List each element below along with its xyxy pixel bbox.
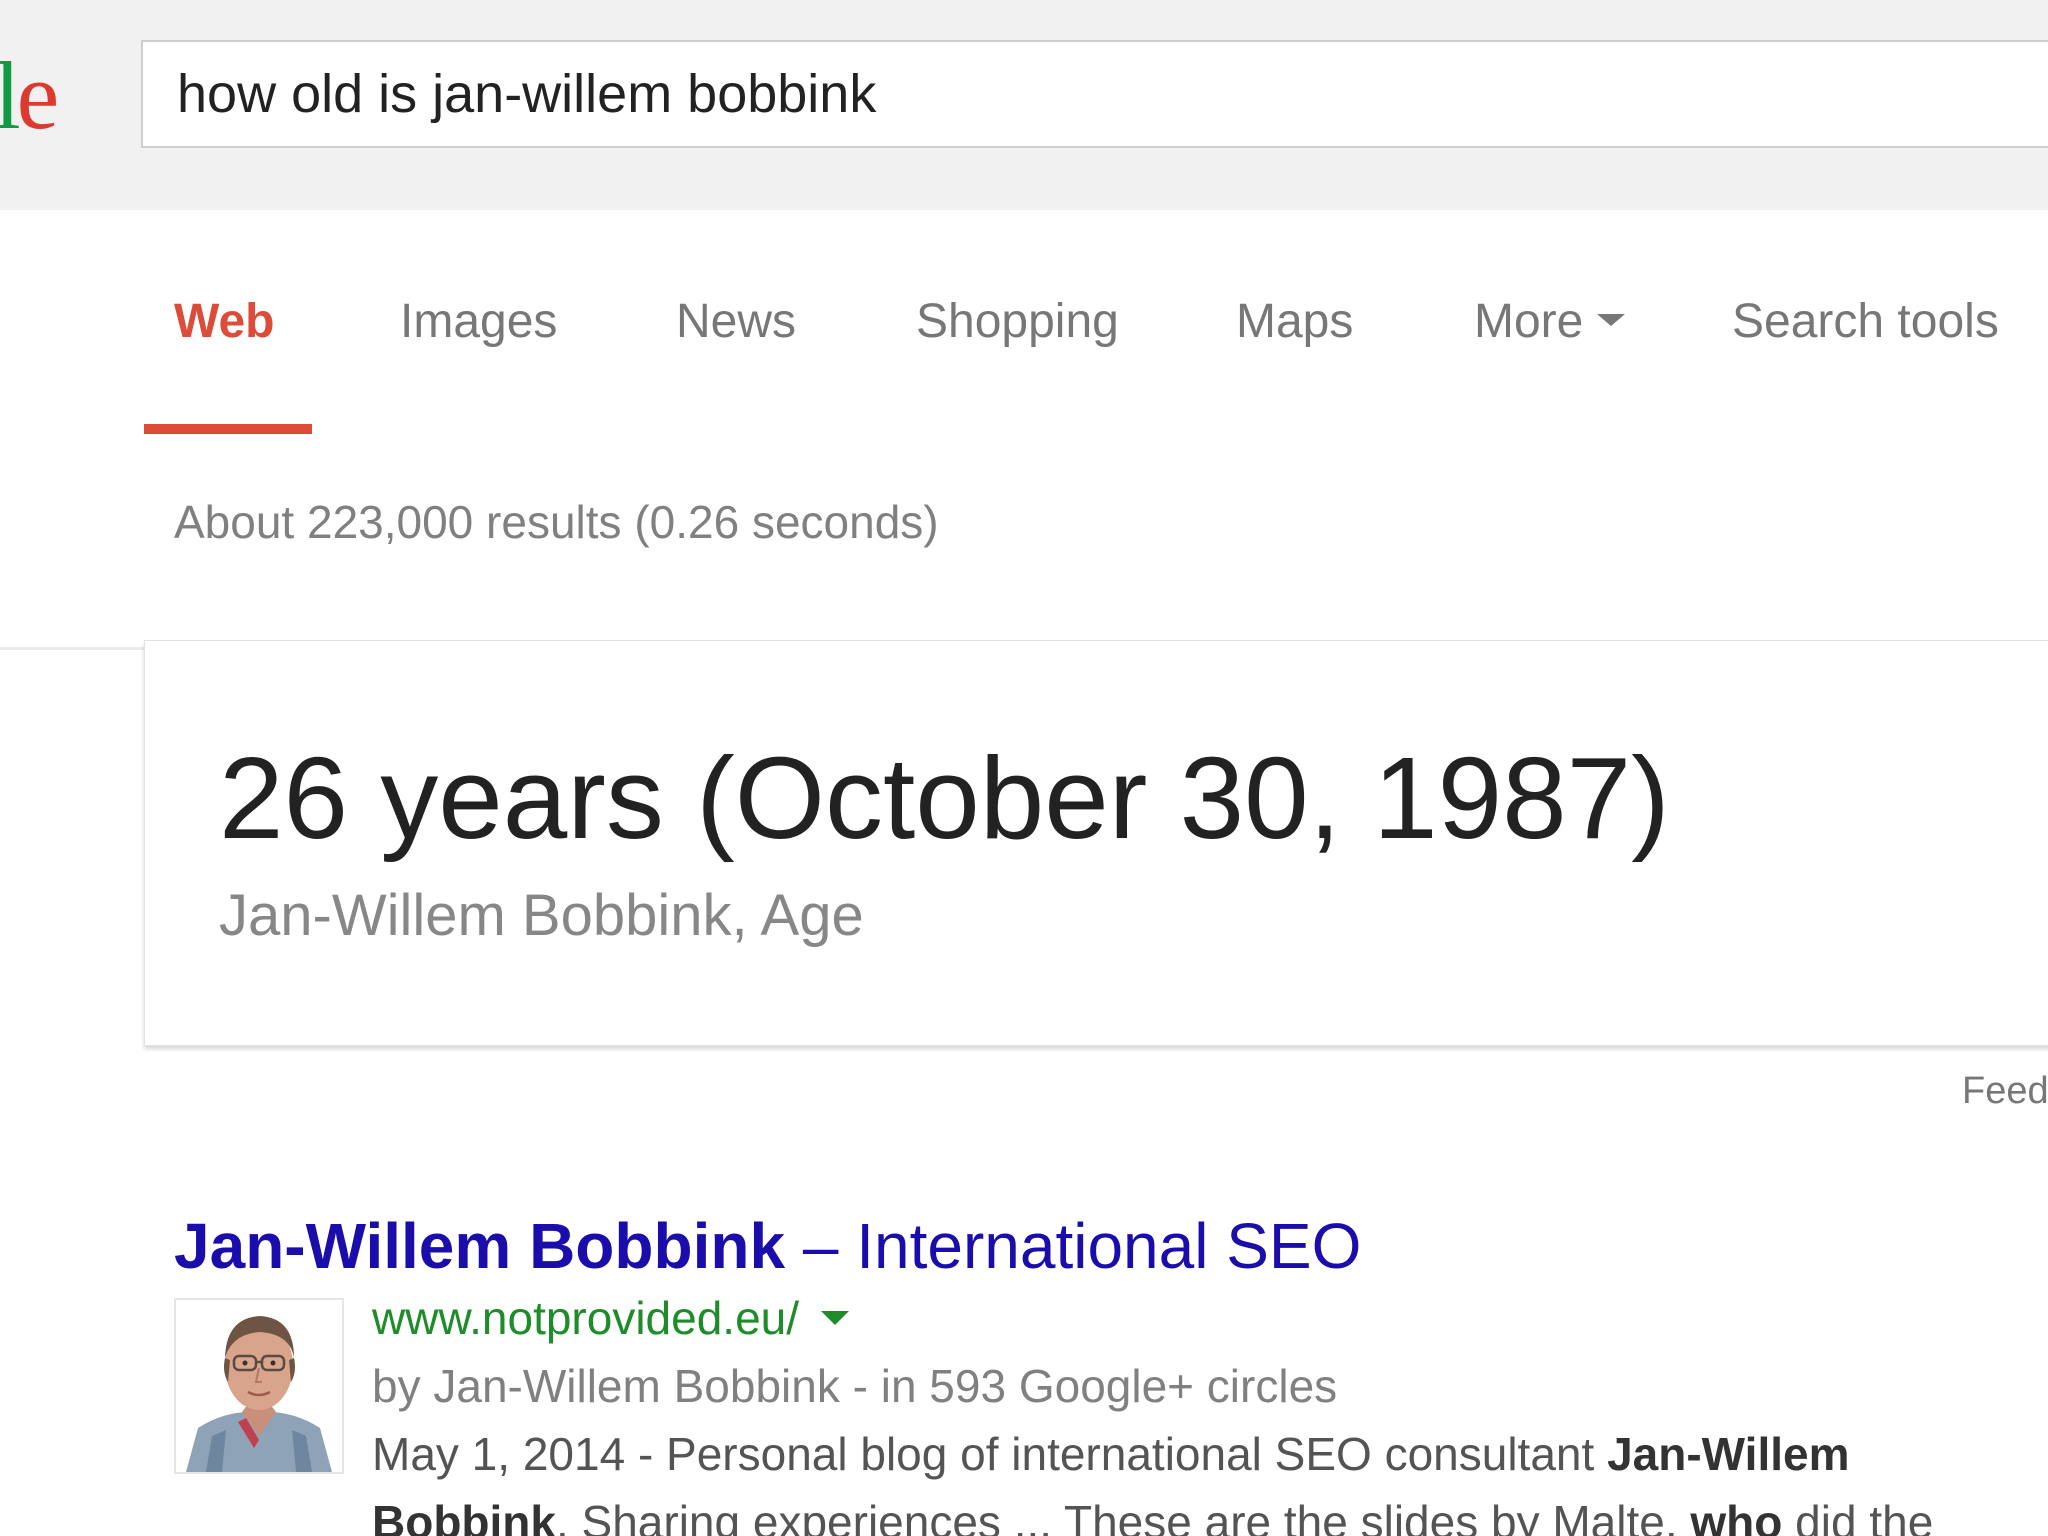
result-title-rest: – International SEO <box>785 1210 1362 1282</box>
result-stats: About 223,000 results (0.26 seconds) <box>174 496 939 548</box>
search-input[interactable] <box>177 62 1877 126</box>
result-title-bold: Jan-Willem Bobbink <box>174 1210 786 1282</box>
result-title-link[interactable]: Jan-Willem Bobbink – International SEO <box>174 1208 1361 1284</box>
snippet-bold: Jan-Willem <box>1607 1428 1850 1480</box>
tab-web[interactable]: Web <box>174 292 274 352</box>
search-tabs: Web Images News Shopping Maps More Searc… <box>0 210 2048 650</box>
result-url-text: www.notprovided.eu/ <box>372 1292 800 1344</box>
caret-down-icon <box>1597 314 1626 327</box>
snippet-text: May 1, 2014 - Personal blog of internati… <box>372 1428 1608 1480</box>
result-snippet-line-2: Bobbink. Sharing experiences ... These a… <box>372 1494 1933 1536</box>
feedback-link[interactable]: Feedback <box>1962 1068 2048 1114</box>
tab-search-tools[interactable]: Search tools <box>1732 292 1999 352</box>
caret-down-icon[interactable] <box>821 1310 850 1325</box>
result-snippet-line-1: May 1, 2014 - Personal blog of internati… <box>372 1426 1849 1482</box>
google-logo[interactable]: le <box>0 46 59 146</box>
result-author-line: by Jan-Willem Bobbink - in 593 Google+ c… <box>372 1360 1338 1412</box>
answer-value: 26 years (October 30, 1987) <box>219 733 1670 863</box>
search-header: le <box>0 0 2048 210</box>
answer-subtitle[interactable]: Jan-Willem Bobbink, Age <box>219 881 864 951</box>
search-box[interactable] <box>141 40 2048 148</box>
snippet-text: did the <box>1782 1496 1934 1536</box>
snippet-text: . Sharing experiences ... These are the … <box>555 1496 1691 1536</box>
tab-shopping[interactable]: Shopping <box>916 292 1119 352</box>
active-tab-indicator <box>144 424 312 434</box>
logo-letter-e: e <box>16 42 60 149</box>
tab-more[interactable]: More <box>1474 292 1626 352</box>
snippet-bold: who <box>1690 1496 1783 1536</box>
tab-images[interactable]: Images <box>400 292 557 352</box>
author-portrait-image <box>176 1300 342 1472</box>
tab-news[interactable]: News <box>676 292 796 352</box>
author-photo[interactable] <box>174 1298 344 1474</box>
result-url[interactable]: www.notprovided.eu/ <box>372 1290 850 1346</box>
tab-maps[interactable]: Maps <box>1236 292 1353 352</box>
answer-card: 26 years (October 30, 1987) Jan-Willem B… <box>144 640 2048 1046</box>
snippet-bold: Bobbink <box>372 1496 556 1536</box>
tab-more-label: More <box>1474 295 1584 348</box>
logo-letter-l: l <box>0 42 21 149</box>
search-results-page: le Web Images News Shopping Maps More Se… <box>0 0 2048 1536</box>
